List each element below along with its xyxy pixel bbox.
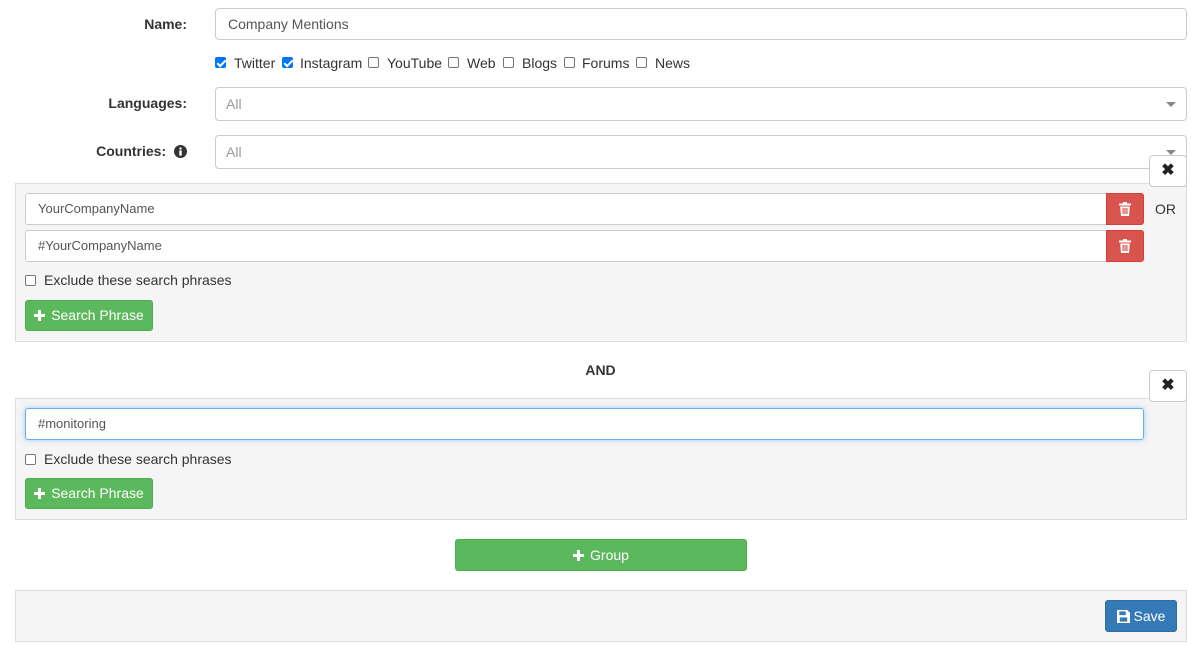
blogs-checkbox-label[interactable]: Blogs bbox=[522, 55, 557, 71]
add-search-phrase-button[interactable]: Search Phrase bbox=[25, 478, 153, 509]
plus-icon bbox=[34, 487, 46, 499]
delete-phrase-button[interactable] bbox=[1106, 193, 1144, 225]
instagram-checkbox-label[interactable]: Instagram bbox=[300, 55, 362, 71]
add-group-label: Group bbox=[590, 547, 629, 563]
search-phrase-input[interactable]: YourCompanyName bbox=[25, 193, 1107, 225]
youtube-checkbox[interactable] bbox=[368, 57, 379, 68]
footer-bar bbox=[15, 590, 1187, 642]
remove-group-button[interactable]: ✖ bbox=[1149, 370, 1187, 402]
forums-checkbox-label[interactable]: Forums bbox=[582, 55, 629, 71]
add-search-phrase-label: Search Phrase bbox=[51, 485, 144, 501]
delete-phrase-button[interactable] bbox=[1106, 230, 1144, 262]
save-icon bbox=[1116, 610, 1130, 623]
exclude-phrases-checkbox[interactable] bbox=[25, 275, 36, 286]
or-connector-label: OR bbox=[1155, 201, 1176, 217]
countries-label-text: Countries: bbox=[96, 143, 167, 159]
and-connector-label: AND bbox=[585, 362, 616, 378]
countries-label: Countries: bbox=[60, 143, 187, 159]
exclude-phrases-checkbox[interactable] bbox=[25, 454, 36, 465]
plus-icon bbox=[573, 549, 585, 561]
twitter-checkbox-label[interactable]: Twitter bbox=[234, 55, 275, 71]
save-label: Save bbox=[1133, 608, 1166, 624]
name-input[interactable]: Company Mentions bbox=[215, 8, 1187, 40]
blogs-checkbox[interactable] bbox=[503, 57, 514, 68]
languages-label: Languages: bbox=[108, 95, 187, 111]
add-search-phrase-label: Search Phrase bbox=[51, 307, 144, 323]
countries-select[interactable]: All bbox=[215, 135, 1187, 169]
chevron-down-icon bbox=[1166, 102, 1176, 107]
countries-select-value: All bbox=[226, 144, 242, 160]
name-label: Name: bbox=[144, 16, 187, 32]
languages-select-value: All bbox=[226, 96, 242, 112]
web-checkbox-label[interactable]: Web bbox=[467, 55, 496, 71]
info-icon[interactable] bbox=[174, 145, 187, 158]
news-checkbox-label[interactable]: News bbox=[655, 55, 690, 71]
save-button[interactable]: Save bbox=[1105, 600, 1177, 632]
instagram-checkbox[interactable] bbox=[282, 57, 293, 68]
trash-icon bbox=[1119, 202, 1131, 216]
languages-select[interactable]: All bbox=[215, 87, 1187, 121]
youtube-checkbox-label[interactable]: YouTube bbox=[387, 55, 442, 71]
search-phrase-input[interactable]: #YourCompanyName bbox=[25, 230, 1107, 262]
add-search-phrase-button[interactable]: Search Phrase bbox=[25, 300, 153, 331]
web-checkbox[interactable] bbox=[448, 57, 459, 68]
search-phrase-input[interactable]: #monitoring bbox=[25, 408, 1144, 440]
trash-icon bbox=[1119, 239, 1131, 253]
twitter-checkbox[interactable] bbox=[215, 57, 226, 68]
exclude-phrases-label[interactable]: Exclude these search phrases bbox=[44, 451, 232, 467]
exclude-phrases-label[interactable]: Exclude these search phrases bbox=[44, 272, 232, 288]
plus-icon bbox=[34, 309, 46, 321]
remove-group-button[interactable]: ✖ bbox=[1149, 155, 1187, 187]
forums-checkbox[interactable] bbox=[564, 57, 575, 68]
add-group-button[interactable]: Group bbox=[455, 539, 747, 571]
news-checkbox[interactable] bbox=[636, 57, 647, 68]
